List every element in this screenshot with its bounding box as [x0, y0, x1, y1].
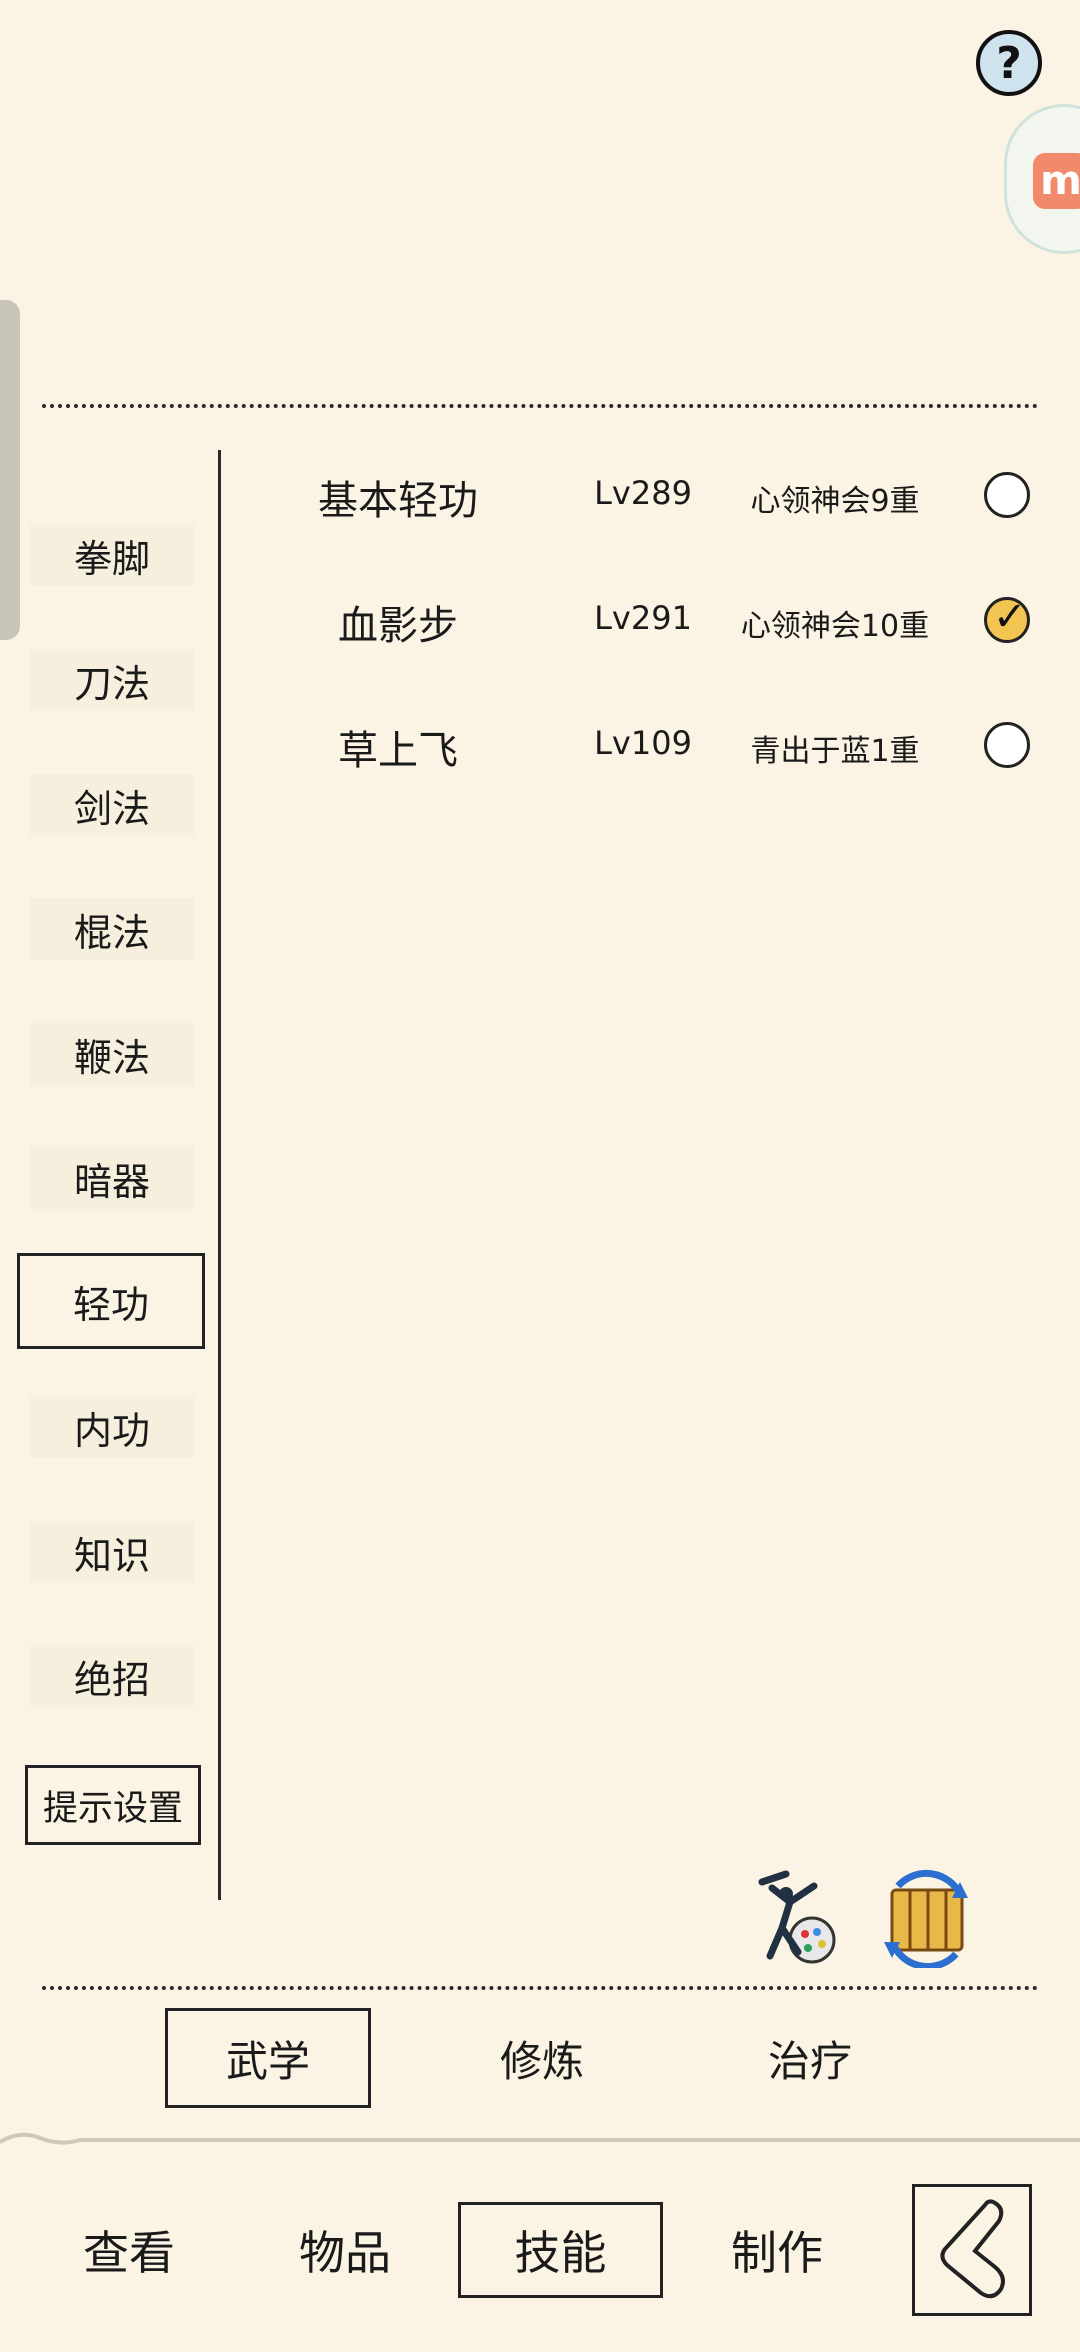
top-dotted-divider — [42, 404, 1038, 408]
skill-level: Lv109 — [594, 724, 692, 762]
category-gunfa[interactable]: 棍法 — [30, 898, 194, 960]
category-anqi[interactable]: 暗器 — [30, 1147, 194, 1209]
bottom-dotted-divider — [42, 1986, 1038, 1990]
category-juezhao[interactable]: 绝招 — [30, 1645, 194, 1707]
skill-state: 青出于蓝1重 — [750, 734, 920, 769]
question-icon: ? — [996, 37, 1022, 89]
category-daofa[interactable]: 刀法 — [30, 649, 194, 711]
floating-app-button[interactable]: m — [1004, 104, 1080, 254]
category-neigong[interactable]: 内功 — [30, 1396, 194, 1458]
skill-row[interactable]: 草上飞 Lv109 青出于蓝1重 — [0, 710, 1080, 780]
martial-artist-icon[interactable] — [742, 1868, 842, 1968]
hint-settings-button[interactable]: 提示设置 — [25, 1765, 201, 1845]
nav-chakan[interactable]: 查看 — [34, 2202, 224, 2298]
scroll-swap-icon[interactable] — [876, 1868, 976, 1970]
subtab-wuxue[interactable]: 武学 — [165, 2008, 371, 2108]
back-button[interactable] — [912, 2184, 1032, 2316]
skill-level: Lv291 — [594, 599, 692, 637]
help-button[interactable]: ? — [976, 30, 1042, 96]
nav-zhizuo[interactable]: 制作 — [682, 2202, 872, 2298]
category-bianfa[interactable]: 鞭法 — [30, 1023, 194, 1085]
skill-name: 血影步 — [338, 603, 458, 649]
skill-select-radio[interactable]: ✓ — [984, 594, 1030, 643]
vertical-divider — [218, 450, 221, 1900]
skill-name: 基本轻功 — [318, 478, 478, 524]
subtab-zhiliao[interactable]: 治疗 — [710, 2008, 910, 2108]
back-arrow-icon — [940, 2199, 1005, 2299]
skill-name: 草上飞 — [338, 728, 458, 774]
skill-state: 心领神会10重 — [740, 609, 930, 644]
skill-row[interactable]: 血影步 Lv291 心领神会10重 ✓ — [0, 585, 1080, 655]
category-zhishi[interactable]: 知识 — [30, 1521, 194, 1583]
nav-jineng[interactable]: 技能 — [458, 2202, 663, 2298]
skill-row[interactable]: 基本轻功 Lv289 心领神会9重 — [0, 460, 1080, 530]
app-logo-icon: m — [1033, 153, 1080, 209]
skill-state: 心领神会9重 — [750, 484, 920, 519]
skill-select-radio[interactable] — [984, 472, 1030, 518]
checkmark-icon: ✓ — [993, 594, 1027, 640]
subtab-xiulian[interactable]: 修炼 — [442, 2008, 642, 2108]
nav-wupin[interactable]: 物品 — [250, 2202, 440, 2298]
category-jianfa[interactable]: 剑法 — [30, 774, 194, 836]
skill-select-radio[interactable] — [984, 722, 1030, 768]
category-quanjiao[interactable]: 拳脚 — [30, 524, 194, 586]
category-qinggong[interactable]: 轻功 — [17, 1253, 205, 1349]
skill-level: Lv289 — [594, 474, 692, 512]
